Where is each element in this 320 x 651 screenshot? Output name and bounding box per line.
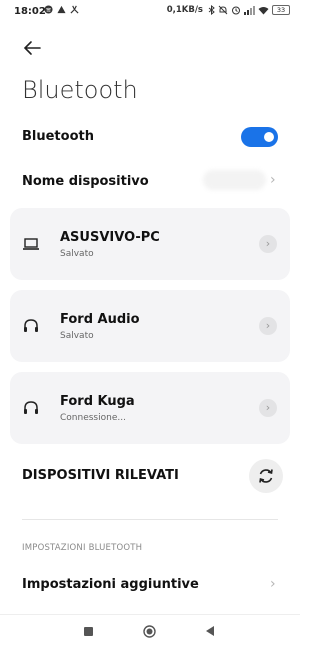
- chevron-right-icon[interactable]: ›: [270, 576, 276, 592]
- device-details-chevron-icon[interactable]: ›: [259, 317, 277, 335]
- chevron-right-icon[interactable]: ›: [270, 172, 276, 188]
- wifi-icon: [258, 6, 269, 14]
- device-details-chevron-icon[interactable]: ›: [259, 235, 277, 253]
- back-arrow-icon[interactable]: [20, 36, 44, 60]
- refresh-icon: [259, 469, 273, 483]
- device-card[interactable]: ASUSVIVO-PC Salvato ›: [10, 208, 290, 280]
- status-time: 18:02: [14, 6, 46, 17]
- alarm-icon: [232, 6, 240, 15]
- signal-icon: [244, 5, 255, 15]
- bluetooth-toggle[interactable]: [241, 127, 278, 147]
- status-left-icons: [44, 5, 79, 14]
- page-title: Bluetooth: [22, 76, 138, 104]
- device-status: Connessione...: [60, 413, 126, 423]
- back-button[interactable]: [206, 626, 214, 636]
- device-name: Ford Kuga: [60, 394, 135, 409]
- refresh-button[interactable]: [249, 459, 283, 493]
- device-status: Salvato: [60, 331, 94, 341]
- divider: [22, 519, 278, 520]
- recents-button[interactable]: [84, 627, 93, 636]
- headphones-icon: [24, 319, 38, 332]
- bluetooth-toggle-label: Bluetooth: [22, 129, 94, 144]
- device-name: ASUSVIVO-PC: [60, 230, 160, 245]
- battery-indicator: 33: [272, 5, 290, 15]
- tool-icon: [70, 5, 79, 14]
- toggle-knob: [264, 132, 274, 142]
- status-right: 0,1KB/s 33: [167, 5, 290, 15]
- status-bar: 18:02 0,1KB/s 33: [0, 0, 300, 26]
- laptop-icon: [23, 238, 39, 250]
- device-name-value-blurred[interactable]: [203, 170, 266, 190]
- home-button[interactable]: [143, 625, 156, 638]
- spotify-icon: [44, 5, 53, 14]
- bluetooth-icon: [208, 5, 215, 15]
- device-status: Salvato: [60, 249, 94, 259]
- device-details-chevron-icon[interactable]: ›: [259, 399, 277, 417]
- device-name-label[interactable]: Nome dispositivo: [22, 174, 149, 189]
- alert-icon: [57, 5, 66, 14]
- settings-section-header: IMPOSTAZIONI BLUETOOTH: [22, 543, 143, 553]
- device-name: Ford Audio: [60, 312, 140, 327]
- device-card[interactable]: Ford Audio Salvato ›: [10, 290, 290, 362]
- detected-devices-heading: DISPOSITIVI RILEVATI: [22, 468, 179, 483]
- network-speed: 0,1KB/s: [166, 5, 203, 15]
- additional-settings-item[interactable]: Impostazioni aggiuntive: [22, 577, 199, 592]
- mute-icon: [218, 5, 228, 15]
- headphones-icon: [24, 401, 38, 414]
- device-card[interactable]: Ford Kuga Connessione... ›: [10, 372, 290, 444]
